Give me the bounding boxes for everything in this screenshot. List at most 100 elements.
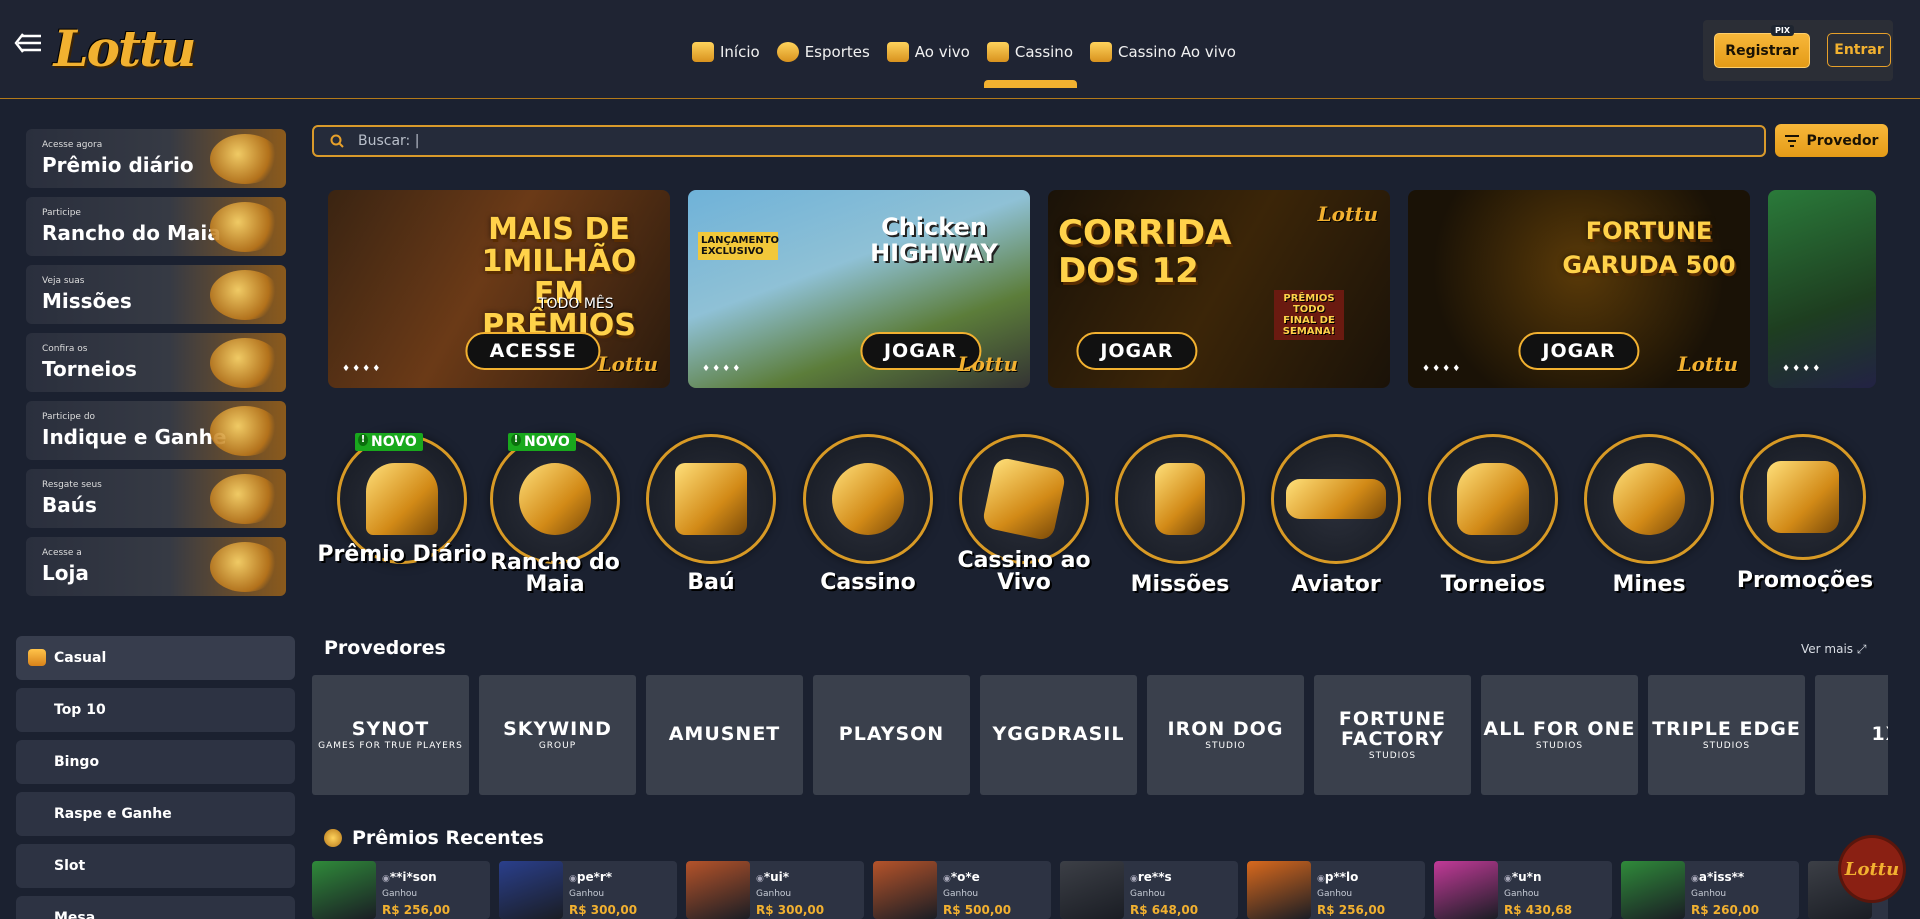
shortcut-bau[interactable]: Baú — [634, 434, 776, 604]
category-label: Slot — [54, 858, 86, 874]
banner-logo: Lottu — [597, 352, 658, 376]
promo-rancho-do-maia[interactable]: Participe Rancho do Maia — [26, 197, 286, 256]
shortcut-label: Baú — [687, 570, 735, 595]
recent-prizes-row: **i*son Ganhou R$ 256,00 pe*r* Ganhou R$ 300,… — [312, 861, 1888, 919]
nav-label: Ao vivo — [914, 43, 970, 61]
category-bingo[interactable]: Bingo — [16, 740, 295, 784]
provider-yggdrasil[interactable]: YGGDRASIL — [980, 675, 1137, 795]
prize-amount: R$ 256,00 — [382, 903, 451, 917]
shortcut-promocoes[interactable]: Promoções — [1728, 434, 1873, 604]
recent-prize-card[interactable]: **i*son Ganhou R$ 256,00 — [312, 861, 490, 919]
promo-loja[interactable]: Acesse a Loja — [26, 537, 286, 596]
chat-fab-button[interactable]: Lottu — [1841, 838, 1903, 900]
category-top-10[interactable]: Top 10 — [16, 688, 295, 732]
banner-cta-button[interactable]: JOGAR — [1518, 332, 1640, 370]
nav-esportes[interactable]: Esportes — [776, 38, 870, 66]
shortcut-rancho-do-maia[interactable]: NOVO Rancho do Maia — [478, 433, 620, 604]
nav-ao-vivo[interactable]: Ao vivo — [886, 38, 970, 66]
search-input[interactable] — [358, 133, 1764, 149]
cart-icon — [210, 542, 280, 592]
logo-text: Lottu — [53, 18, 196, 78]
recent-prize-card[interactable]: re**s Ganhou R$ 648,00 — [1060, 861, 1238, 919]
banner-fortune-garuda[interactable]: FORTUNE GARUDA 500 JOGAR ♦♦♦♦ Lottu — [1408, 190, 1750, 388]
category-raspe-e-ganhe[interactable]: Raspe e Ganhe — [16, 792, 295, 836]
shortcut-mines[interactable]: Mines — [1572, 434, 1714, 604]
won-label: Ganhou — [756, 889, 792, 899]
banner-milhao[interactable]: MAIS DE 1MILHÃO EM PRÊMIOS TODO MÊS ACES… — [328, 190, 670, 388]
provider-amusnet[interactable]: AMUSNET — [646, 675, 803, 795]
cards-icon — [1090, 42, 1112, 62]
promo-indique-e-ganhe[interactable]: Participe do Indique e Ganhe — [26, 401, 286, 460]
promo-baus[interactable]: Resgate seus Baús — [26, 469, 286, 528]
category-casual[interactable]: Casual — [16, 636, 295, 680]
prize-amount: R$ 300,00 — [756, 903, 825, 917]
provider-all-for-one[interactable]: ALL FOR ONE STUDIOS — [1481, 675, 1638, 795]
won-label: Ganhou — [1130, 889, 1166, 899]
provider-filter-button[interactable]: Provedor — [1775, 124, 1888, 157]
promo-torneios[interactable]: Confira os Torneios — [26, 333, 286, 392]
recent-prize-card[interactable]: *u*n Ganhou R$ 430,68 — [1434, 861, 1612, 919]
register-button[interactable]: Registrar — [1714, 33, 1810, 68]
menu-back-icon[interactable] — [14, 32, 42, 54]
category-mesa[interactable]: Mesa — [16, 896, 295, 919]
banner-cta-button[interactable]: ACESSE — [465, 332, 601, 370]
game-thumbnail — [1434, 861, 1498, 919]
shortcut-label: Prêmio Diário — [317, 542, 487, 567]
promo-premio-diario[interactable]: Acesse agora Prêmio diário — [26, 129, 286, 188]
nav-cassino[interactable]: Cassino — [983, 38, 1078, 88]
balloons-icon — [210, 270, 280, 320]
game-thumbnail — [312, 861, 376, 919]
provider-synot[interactable]: SYNOT GAMES FOR TRUE PLAYERS — [312, 675, 469, 795]
nav-cassino-ao-vivo[interactable]: Cassino Ao vivo — [1090, 38, 1236, 66]
recent-prize-card[interactable]: *o*e Ganhou R$ 500,00 — [873, 861, 1051, 919]
shortcut-aviator[interactable]: Aviator — [1259, 434, 1401, 604]
recent-prize-card[interactable]: pe*r* Ganhou R$ 300,00 — [499, 861, 677, 919]
chest-icon — [646, 434, 776, 564]
category-slot[interactable]: Slot — [16, 844, 295, 888]
provider-tag: GROUP — [538, 741, 577, 751]
chat-fab-logo: Lottu — [1844, 858, 1900, 880]
shortcut-cassino[interactable]: Cassino — [791, 434, 933, 604]
provider-iron-dog[interactable]: IRON DOG STUDIO — [1147, 675, 1304, 795]
category-label: Casual — [54, 650, 107, 666]
provider-fortune-factory[interactable]: FORTUNE FACTORY STUDIOS — [1314, 675, 1471, 795]
promo-missoes[interactable]: Veja suas Missões — [26, 265, 286, 324]
provider-playson[interactable]: PLAYSON — [813, 675, 970, 795]
horseshoe-icon — [490, 434, 620, 564]
banner-partial[interactable]: ♦♦♦♦ — [1768, 190, 1876, 388]
shortcut-torneios[interactable]: Torneios — [1416, 434, 1558, 604]
recent-prize-card[interactable]: *ui* Ganhou R$ 300,00 — [686, 861, 864, 919]
provider-name: ALL FOR ONE — [1483, 718, 1636, 740]
shortcut-premio-diario[interactable]: NOVO Prêmio Diário — [317, 433, 487, 604]
nav-inicio[interactable]: Início — [692, 38, 760, 66]
gift-icon — [1740, 434, 1866, 560]
prize-amount: R$ 648,00 — [1130, 903, 1199, 917]
banner-logo: Lottu — [957, 352, 1018, 376]
banner-chicken-highway[interactable]: LANÇAMENTO EXCLUSIVO Chicken HIGHWAY JOG… — [688, 190, 1030, 388]
search-bar — [312, 125, 1766, 157]
expand-icon: ⤢ — [1856, 642, 1867, 656]
tv-icon — [886, 42, 909, 62]
login-button[interactable]: Entrar — [1827, 33, 1891, 67]
shortcut-label: Cassino — [820, 570, 916, 595]
banner-sub: TODO MÊS — [538, 296, 614, 312]
nav-label: Esportes — [804, 43, 870, 61]
recent-prize-card[interactable]: p**lo Ganhou R$ 256,00 — [1247, 861, 1425, 919]
provider-skywind[interactable]: SKYWIND GROUP — [479, 675, 636, 795]
provider-1x2[interactable]: 1X2 — [1815, 675, 1888, 795]
shortcut-missoes[interactable]: Missões — [1103, 434, 1245, 604]
banner-cta-button[interactable]: JOGAR — [1076, 332, 1198, 370]
banner-headline: MAIS DE 1MILHÃO EM PRÊMIOS — [481, 212, 637, 343]
see-more-link[interactable]: Ver mais ⤢ — [1801, 642, 1866, 657]
lottu-logo[interactable]: Lottu — [53, 14, 196, 82]
banner-corrida-dos-12[interactable]: CORRIDA DOS 12 PRÊMIOS TODO FINAL DE SEM… — [1048, 190, 1390, 388]
provider-triple-edge[interactable]: TRIPLE EDGE STUDIOS — [1648, 675, 1805, 795]
airplane-icon — [1271, 434, 1401, 564]
promo-title: Loja — [42, 561, 89, 585]
recent-prize-card[interactable]: a*iss** Ganhou R$ 260,00 — [1621, 861, 1799, 919]
carousel-dots: ♦♦♦♦ — [702, 364, 743, 374]
main-nav: Início Esportes Ao vivo Cassino Cassino … — [692, 38, 1236, 88]
shortcut-cassino-ao-vivo[interactable]: Cassino ao Vivo — [947, 434, 1091, 604]
provider-tag: GAMES FOR TRUE PLAYERS — [318, 741, 463, 751]
nav-label: Cassino Ao vivo — [1118, 43, 1236, 61]
